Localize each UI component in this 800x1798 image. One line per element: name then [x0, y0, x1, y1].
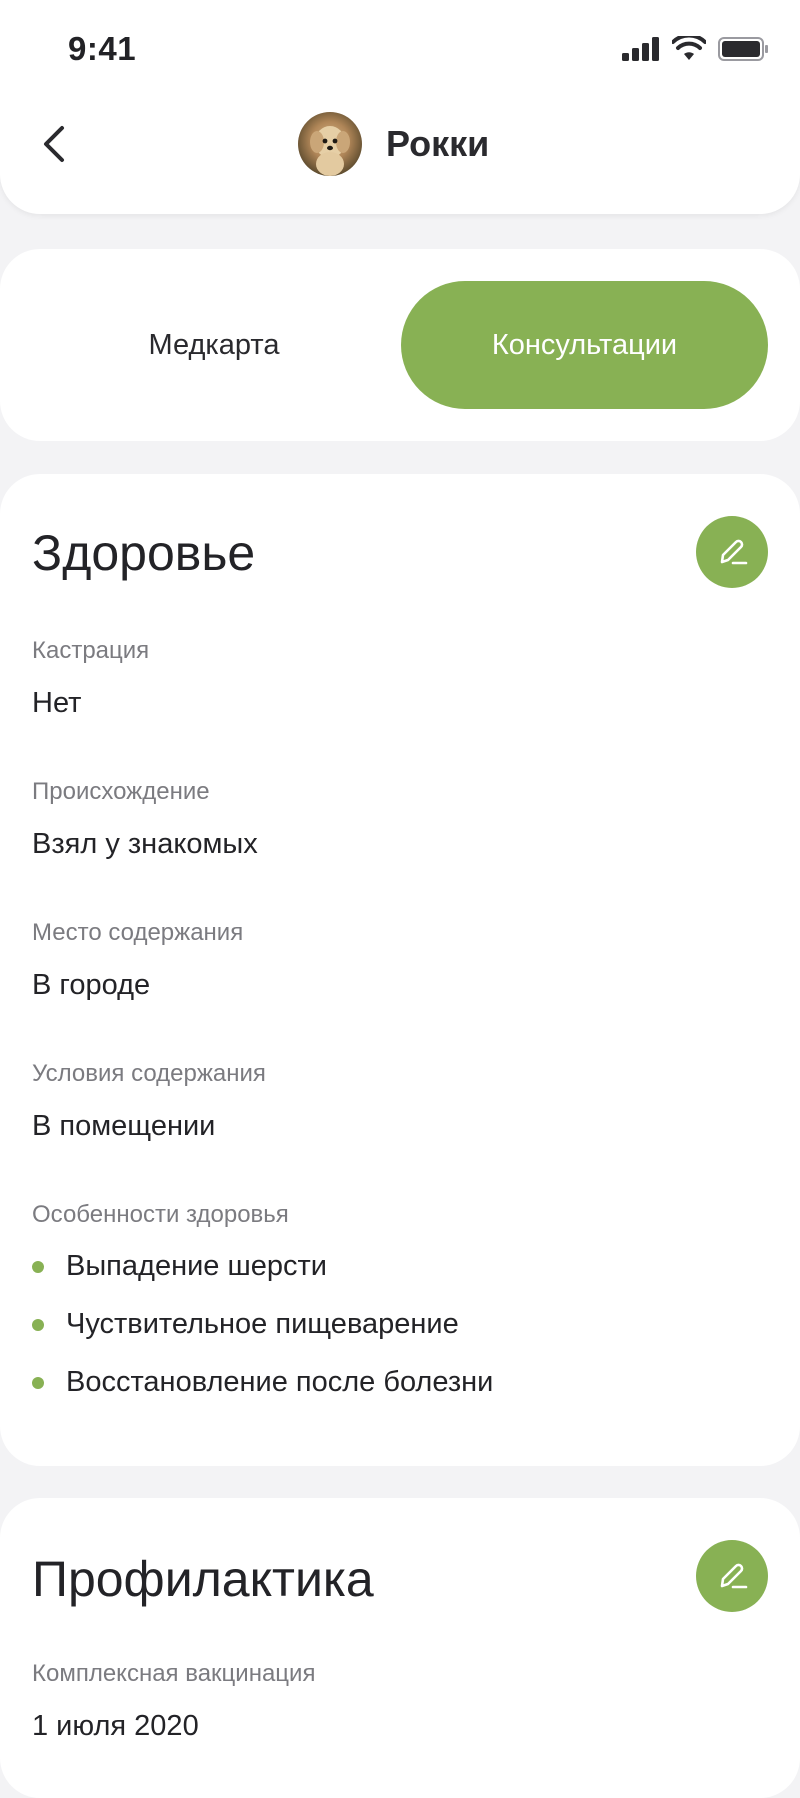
pet-name: Рокки — [386, 123, 490, 164]
back-button[interactable] — [36, 120, 72, 168]
field-label-vaccination: Комплексная вакцинация — [32, 1660, 316, 1687]
list-item: Восстановление после болезни — [32, 1366, 493, 1399]
bullet-dot — [32, 1260, 44, 1273]
list-item: Чуствительное пищеварение — [32, 1308, 459, 1341]
edit-pencil-icon — [720, 1563, 748, 1589]
back-chevron-icon — [44, 126, 64, 162]
field-label-conditions: Условия содержания — [32, 1060, 266, 1087]
signal-icon — [622, 37, 659, 61]
prevention-title: Профилактика — [32, 1551, 374, 1607]
prevention-edit-button[interactable] — [696, 1540, 768, 1612]
health-card: Здоровье Кастрация Нет Происхождение Взя… — [0, 474, 800, 1466]
health-edit-button[interactable] — [696, 516, 768, 588]
tab-medcard[interactable]: Медкарта — [30, 281, 398, 409]
health-feature: Восстановление после болезни — [66, 1366, 494, 1398]
bullet-dot — [32, 1376, 44, 1389]
wifi-icon — [672, 36, 706, 60]
pet-title: Рокки — [298, 112, 489, 176]
dog-photo-icon — [310, 126, 350, 176]
list-item: Выпадение шерсти — [32, 1250, 327, 1283]
status-icons — [622, 36, 770, 62]
prevention-card: Профилактика Комплексная вакцинация 1 ию… — [0, 1498, 800, 1798]
status-time: 9:41 — [68, 30, 137, 67]
field-label-origin: Происхождение — [32, 778, 210, 805]
tab-consultations[interactable]: Консультации — [401, 281, 768, 409]
top-header: 9:41 Рокки — [0, 0, 800, 214]
field-label-health-features: Особенности здоровья — [32, 1201, 289, 1228]
field-value-vaccination: 1 июля 2020 — [32, 1710, 199, 1742]
field-value-location: В городе — [32, 969, 151, 1001]
field-label-castration: Кастрация — [32, 637, 150, 664]
field-label-location: Место содержания — [32, 919, 244, 946]
health-title: Здоровье — [32, 525, 256, 581]
field-value-conditions: В помещении — [32, 1110, 216, 1142]
pet-avatar — [298, 112, 362, 176]
health-feature: Чуствительное пищеварение — [66, 1308, 459, 1340]
battery-icon — [718, 37, 768, 61]
field-value-origin: Взял у знакомых — [32, 828, 258, 860]
health-feature: Выпадение шерсти — [66, 1250, 327, 1282]
edit-pencil-icon — [720, 539, 748, 565]
bullet-dot — [32, 1318, 44, 1331]
field-value-castration: Нет — [32, 687, 82, 719]
segment-tabs: Медкарта Консультации — [0, 249, 800, 441]
